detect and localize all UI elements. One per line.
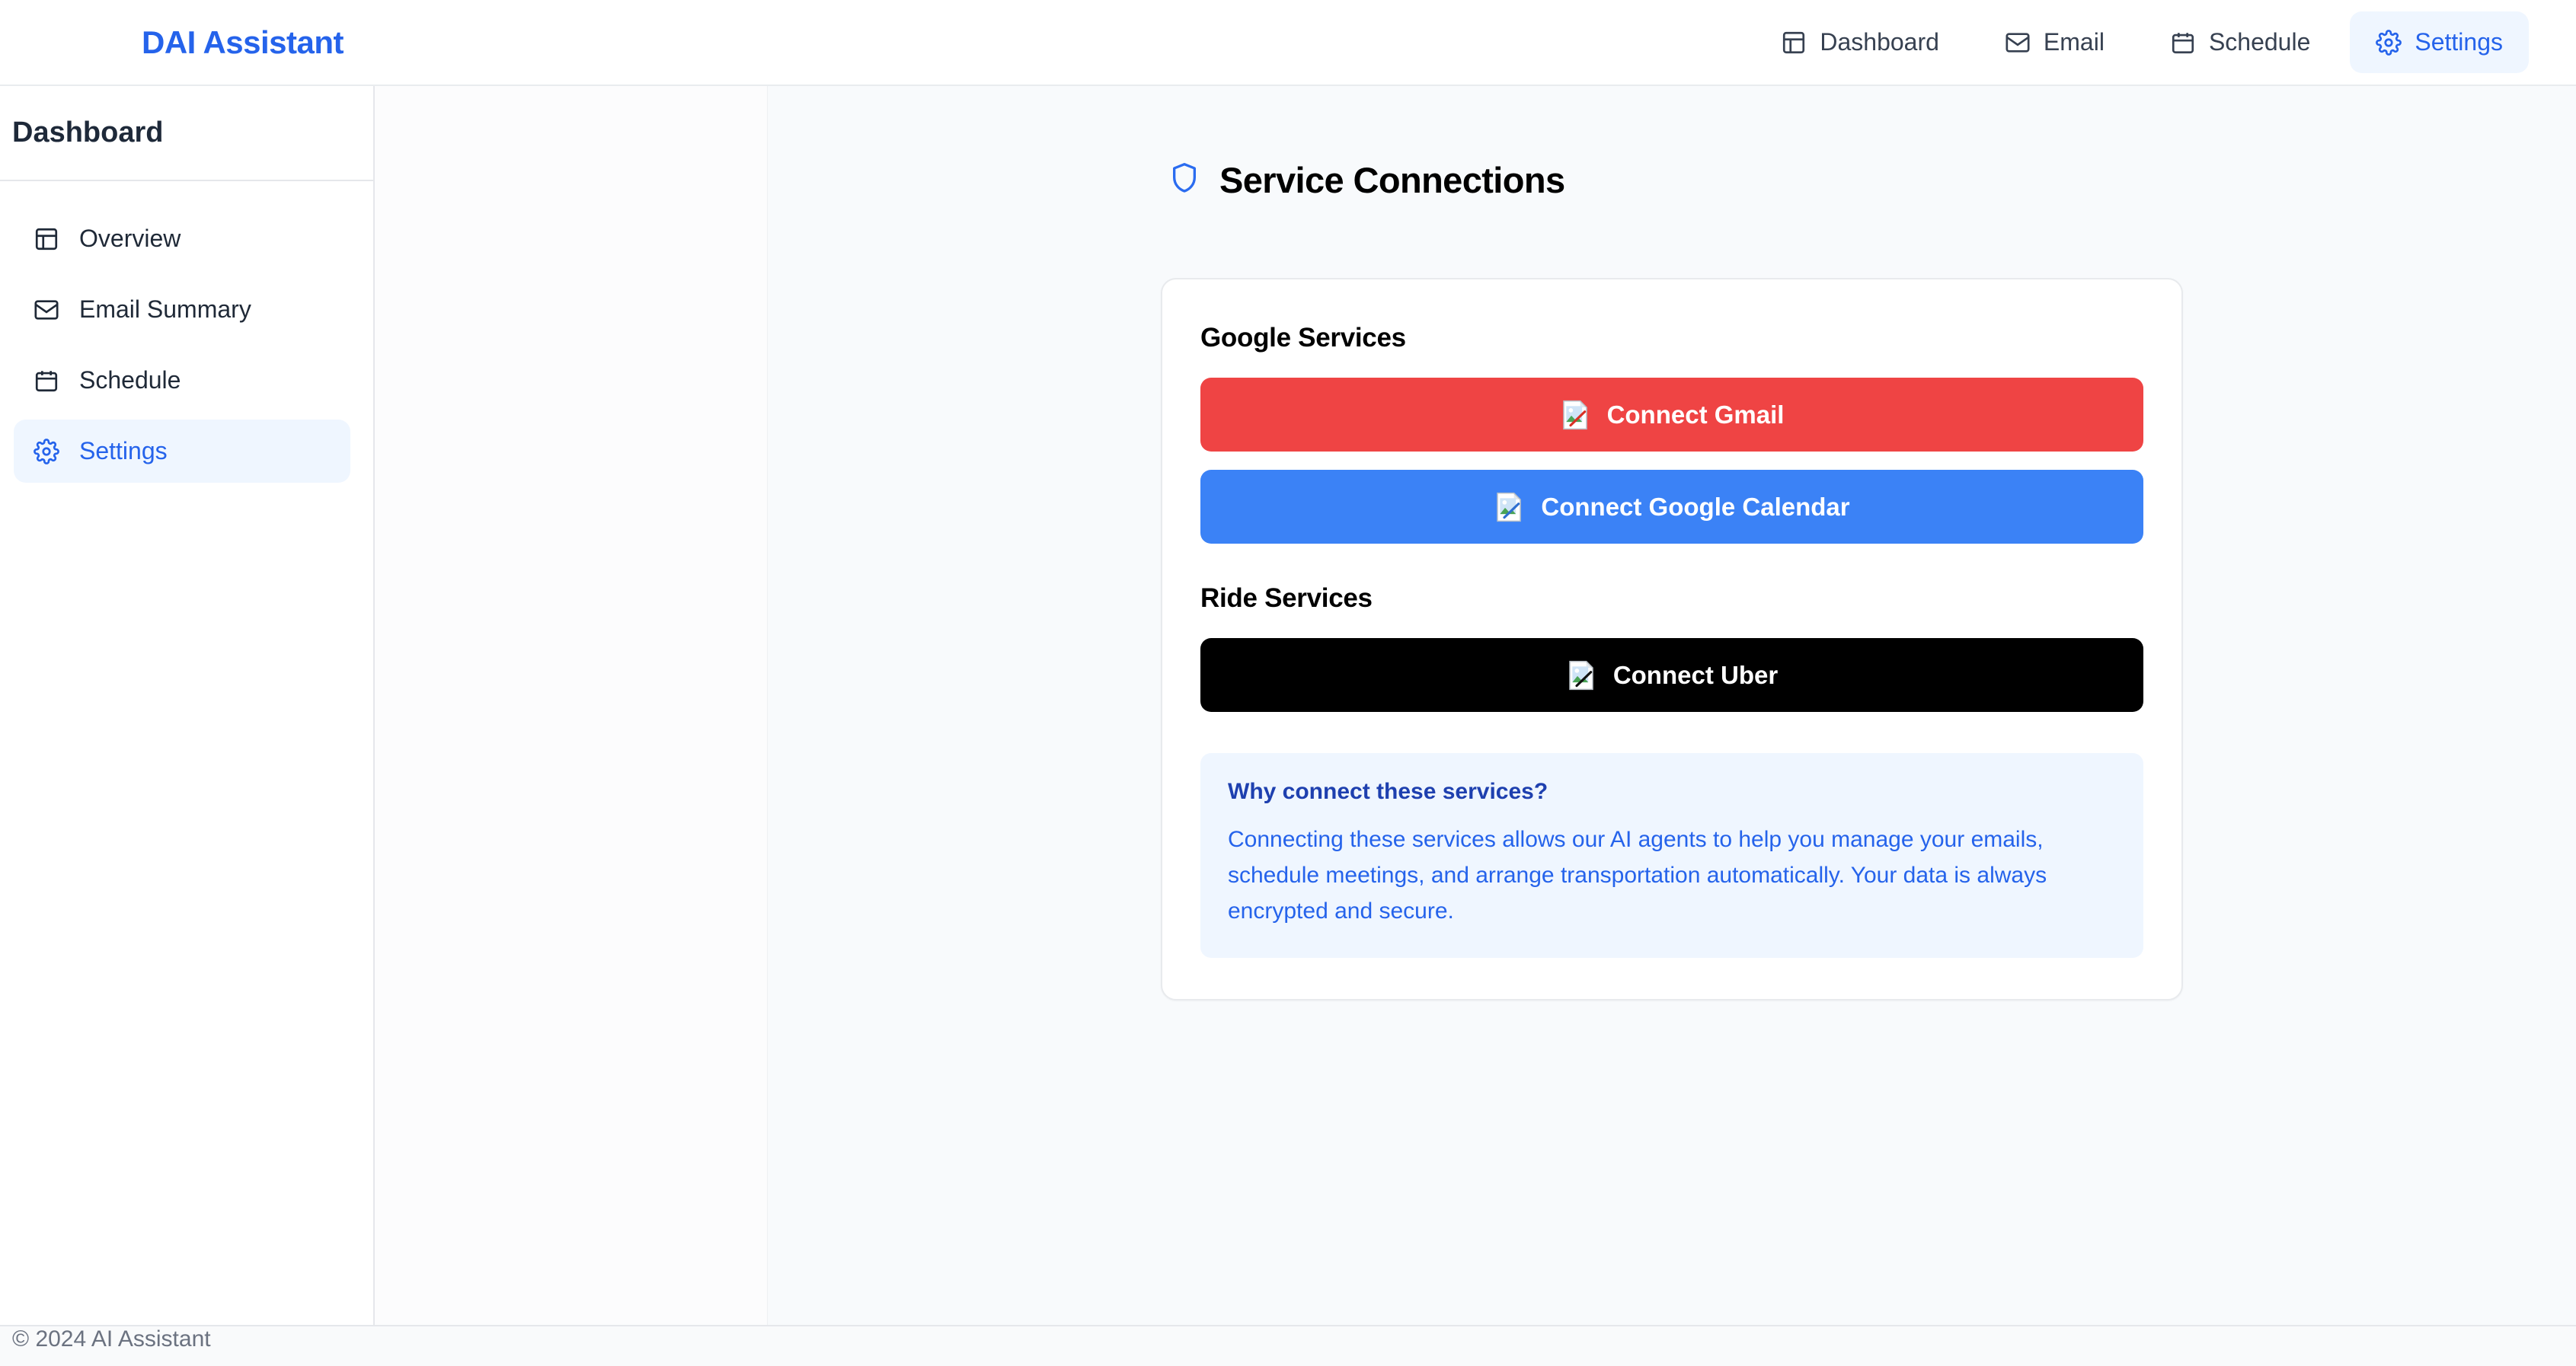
info-box-body: Connecting these services allows our AI … bbox=[1228, 827, 2047, 924]
mail-icon bbox=[34, 297, 59, 323]
secondary-panel bbox=[375, 86, 768, 1325]
mail-icon bbox=[2005, 30, 2031, 56]
broken-image-icon bbox=[1497, 492, 1522, 522]
sidebar-label-email-summary: Email Summary bbox=[79, 295, 251, 323]
app-root: DAI Assistant Dashboard Email Schedule S… bbox=[0, 0, 2576, 1366]
nav-label-schedule: Schedule bbox=[2208, 28, 2311, 56]
nav-item-dashboard[interactable]: Dashboard bbox=[1755, 11, 1965, 73]
info-box: Why connect these services? Connecting t… bbox=[1200, 753, 2143, 959]
shield-icon bbox=[1169, 161, 1200, 199]
sidebar-label-settings: Settings bbox=[79, 437, 168, 464]
sidebar-item-email-summary[interactable]: Email Summary bbox=[14, 278, 350, 341]
app-logo[interactable]: DAI Assistant bbox=[0, 24, 344, 61]
service-connections-card: Google Services Connect Gmail Connect Go… bbox=[1161, 278, 2183, 1001]
connect-google-calendar-button[interactable]: Connect Google Calendar bbox=[1200, 470, 2143, 544]
top-header: DAI Assistant Dashboard Email Schedule S… bbox=[0, 0, 2576, 86]
nav-label-email: Email bbox=[2043, 28, 2105, 56]
sidebar-item-settings[interactable]: Settings bbox=[14, 420, 350, 483]
sidebar: Dashboard Overview Email Summary Schedul… bbox=[0, 86, 375, 1325]
footer-copyright: © 2024 AI Assistant bbox=[12, 1326, 211, 1352]
gear-icon bbox=[34, 438, 59, 464]
nav-item-email[interactable]: Email bbox=[1979, 11, 2130, 73]
sidebar-label-overview: Overview bbox=[79, 225, 181, 252]
broken-image-icon bbox=[1562, 400, 1587, 429]
nav-label-dashboard: Dashboard bbox=[1820, 28, 1939, 56]
page-footer: © 2024 AI Assistant bbox=[0, 1325, 2576, 1366]
section-title-google-services: Google Services bbox=[1200, 323, 1406, 353]
page-title: Service Connections bbox=[1219, 160, 1565, 200]
connect-uber-button[interactable]: Connect Uber bbox=[1200, 638, 2143, 712]
nav-item-settings[interactable]: Settings bbox=[2350, 11, 2529, 73]
gear-icon bbox=[2376, 29, 2402, 56]
connect-gmail-label: Connect Gmail bbox=[1606, 400, 1785, 429]
calendar-icon bbox=[2170, 30, 2196, 56]
main-inner: Service Connections Google Services Conn… bbox=[1161, 159, 2183, 1001]
nav-item-schedule[interactable]: Schedule bbox=[2144, 11, 2336, 73]
page-title-row: Service Connections bbox=[1161, 159, 2183, 201]
sidebar-item-overview[interactable]: Overview bbox=[14, 207, 350, 270]
section-title-ride-services: Ride Services bbox=[1200, 583, 1373, 613]
body-region: Dashboard Overview Email Summary Schedul… bbox=[0, 86, 2576, 1325]
sidebar-header: Dashboard bbox=[0, 86, 373, 181]
sidebar-item-schedule[interactable]: Schedule bbox=[14, 349, 350, 412]
sidebar-navigation: Overview Email Summary Schedule Settings bbox=[0, 181, 373, 483]
info-box-title: Why connect these services? bbox=[1228, 779, 1548, 804]
main-content: Service Connections Google Services Conn… bbox=[768, 86, 2576, 1325]
connect-google-calendar-label: Connect Google Calendar bbox=[1541, 492, 1850, 521]
connect-uber-label: Connect Uber bbox=[1612, 660, 1779, 689]
top-navigation: Dashboard Email Schedule Settings bbox=[1755, 11, 2529, 73]
calendar-icon bbox=[34, 368, 59, 394]
sidebar-title: Dashboard bbox=[12, 116, 164, 148]
nav-label-settings: Settings bbox=[2415, 28, 2503, 56]
sidebar-label-schedule: Schedule bbox=[79, 366, 181, 394]
layout-icon bbox=[1781, 30, 1807, 56]
connect-gmail-button[interactable]: Connect Gmail bbox=[1200, 378, 2143, 452]
broken-image-icon bbox=[1569, 660, 1593, 690]
layout-icon bbox=[34, 226, 59, 252]
